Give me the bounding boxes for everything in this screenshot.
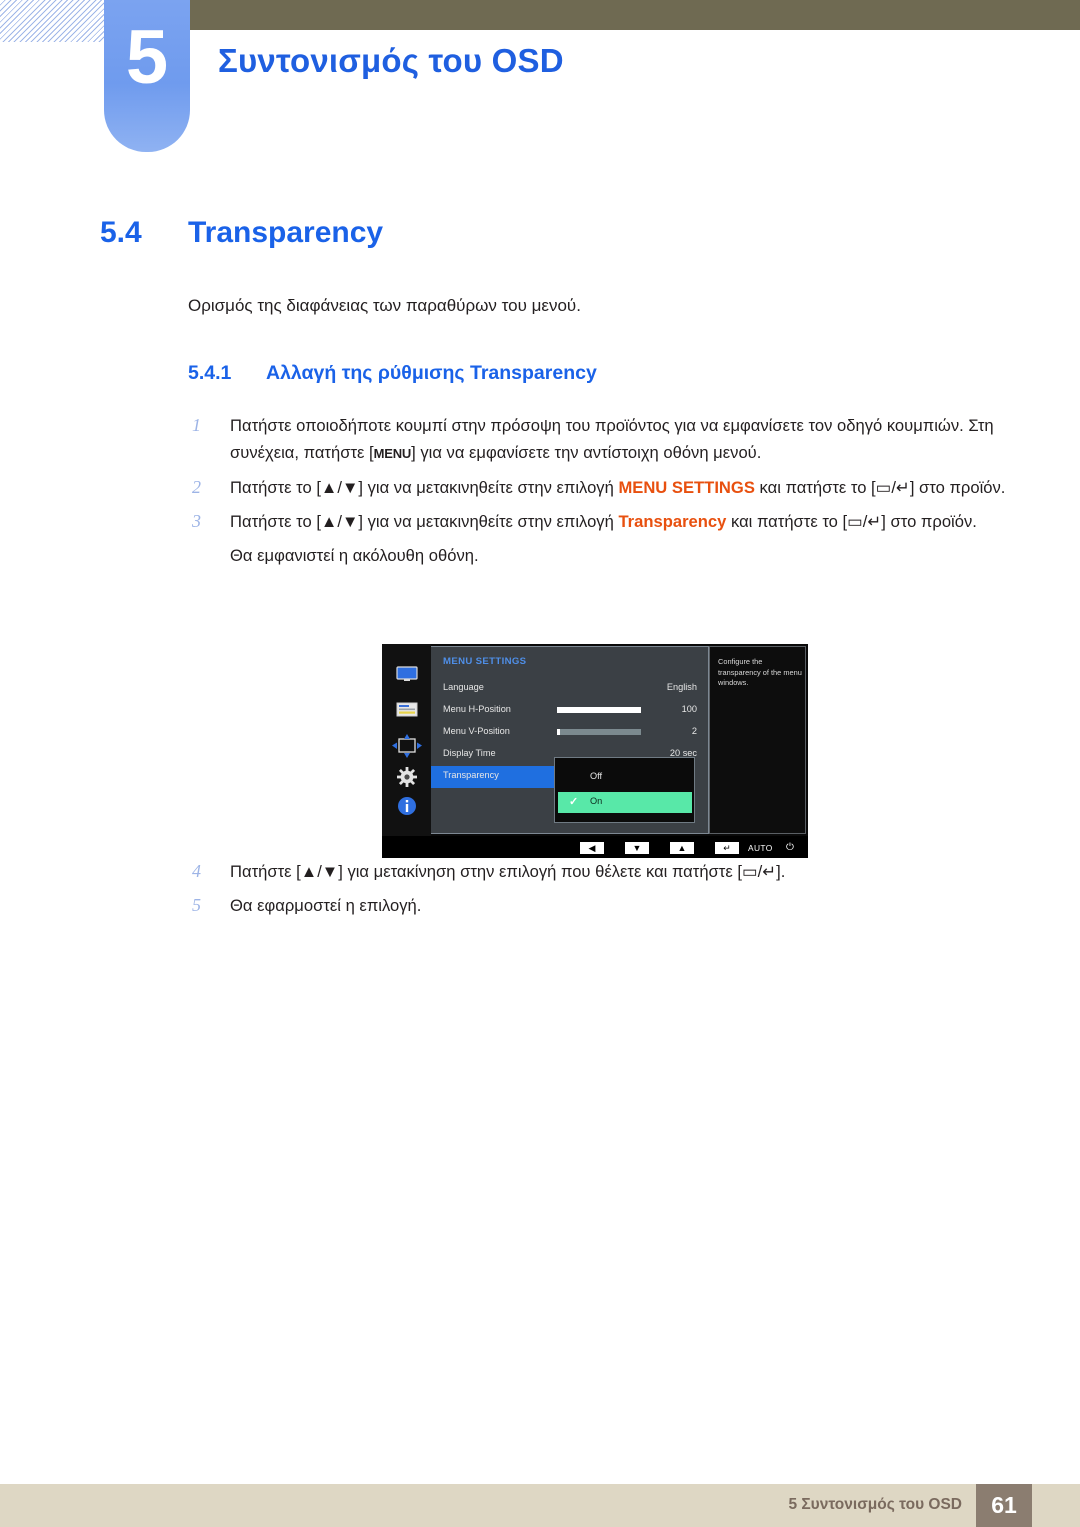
osd-dropdown-option-label: Off xyxy=(590,771,603,781)
subsection-title: Αλλαγή της ρύθμισης Transparency xyxy=(266,362,597,384)
osd-row-label: Display Time xyxy=(443,748,496,758)
osd-row-label: Menu V-Position xyxy=(443,726,510,736)
step-item: 1 Πατήστε οποιοδήποτε κουμπί στην πρόσοψ… xyxy=(188,412,1018,467)
step-item: 2 Πατήστε το [▲/▼] για να μετακινηθείτε … xyxy=(188,474,1018,501)
step-text: Πατήστε [▲/▼] για μετακίνηση στην επιλογ… xyxy=(230,862,786,881)
header-olive-bar xyxy=(190,0,1080,30)
step-text-a: Πατήστε το [▲/▼] για να μετακινηθείτε στ… xyxy=(230,512,619,531)
osd-row-label: Transparency xyxy=(443,770,499,780)
osd-row-menu-v-position[interactable]: Menu V-Position 2 xyxy=(431,722,707,744)
step-text-b: ] για να εμφανίσετε την αντίστοιχη οθόνη… xyxy=(411,443,762,462)
step-highlight-menu-settings: MENU SETTINGS xyxy=(618,478,755,497)
step-item: 4 Πατήστε [▲/▼] για μετακίνηση στην επιλ… xyxy=(188,858,1018,885)
step-index: 2 xyxy=(192,477,201,497)
up-arrow-button[interactable]: ▲ xyxy=(670,842,694,854)
osd-screenshot-figure: MENU SETTINGS Language English Menu H-Po… xyxy=(382,644,808,858)
chapter-badge: 5 xyxy=(104,0,190,152)
step-note: Θα εμφανιστεί η ακόλουθη οθόνη. xyxy=(230,546,479,565)
enter-button[interactable]: ↵ xyxy=(715,842,739,854)
picture-icon[interactable] xyxy=(382,702,431,722)
step-text: Θα εφαρμοστεί η επιλογή. xyxy=(230,896,422,915)
subsection-number: 5.4.1 xyxy=(188,362,232,384)
osd-slider-v-position[interactable] xyxy=(557,729,641,735)
osd-dropdown-option-label: On xyxy=(590,796,603,806)
power-icon[interactable]: ⏻ xyxy=(786,842,794,854)
osd-menu-title: MENU SETTINGS xyxy=(443,656,527,667)
page-header: 5 Συντονισμός του OSD xyxy=(0,0,1080,165)
osd-help-text: Configure the transparency of the menu w… xyxy=(718,657,802,687)
auto-button-label[interactable]: AUTO xyxy=(748,842,773,854)
step-index: 5 xyxy=(192,895,201,915)
instruction-steps-late: 4 Πατήστε [▲/▼] για μετακίνηση στην επιλ… xyxy=(188,858,1018,926)
osd-row-label: Menu H-Position xyxy=(443,704,511,714)
step-item: 3 Πατήστε το [▲/▼] για να μετακινηθείτε … xyxy=(188,508,1018,535)
check-icon: ✓ xyxy=(569,796,579,808)
page-footer: 5 Συντονισμός του OSD 61 xyxy=(0,1484,1080,1527)
section-number: 5.4 xyxy=(100,216,142,249)
osd-row-transparency[interactable]: Transparency xyxy=(431,766,566,788)
monitor-icon[interactable] xyxy=(382,666,431,687)
osd-dropdown-option-off[interactable]: Off xyxy=(558,767,692,788)
section-title: Transparency xyxy=(188,216,384,249)
footer-chapter-label: 5 Συντονισμός του OSD xyxy=(788,1496,962,1513)
step-text-a: Πατήστε το [▲/▼] για να μετακινηθείτε στ… xyxy=(230,478,619,497)
down-arrow-button[interactable]: ▼ xyxy=(625,842,649,854)
chapter-title: Συντονισμός του OSD xyxy=(218,42,564,79)
info-icon[interactable] xyxy=(382,796,431,821)
chapter-number: 5 xyxy=(125,15,169,100)
step-kbd-menu: MENU xyxy=(373,446,412,461)
step-item: 5 Θα εφαρμοστεί η επιλογή. xyxy=(188,892,1018,919)
left-arrow-button[interactable]: ◀ xyxy=(580,842,604,854)
step-index: 3 xyxy=(192,511,201,531)
step-text-b: και πατήστε το [▭/↵] στο προϊόν. xyxy=(726,512,977,531)
osd-dropdown-option-on[interactable]: ✓ On xyxy=(558,792,692,813)
section-heading: 5.4 Transparency xyxy=(100,216,1000,250)
subsection-heading: 5.4.1 Αλλαγή της ρύθμισης Transparency xyxy=(188,362,597,385)
osd-row-menu-h-position[interactable]: Menu H-Position 100 xyxy=(431,700,707,722)
osd-sidebar xyxy=(382,644,431,836)
footer-page-number: 61 xyxy=(976,1484,1032,1527)
gear-icon[interactable] xyxy=(382,767,431,792)
step-highlight-transparency: Transparency xyxy=(618,512,727,531)
osd-transparency-dropdown: Off ✓ On xyxy=(554,757,695,823)
osd-help-panel: Configure the transparency of the menu w… xyxy=(709,646,806,834)
osd-row-value: English xyxy=(666,682,697,692)
hatch-decoration xyxy=(0,0,104,42)
osd-button-bar: ◀ ▼ ▲ ↵ AUTO ⏻ xyxy=(382,838,808,858)
osd-row-value: 2 xyxy=(691,726,697,736)
instruction-steps: 1 Πατήστε οποιοδήποτε κουμπί στην πρόσοψ… xyxy=(188,412,1018,577)
osd-slider-h-position[interactable] xyxy=(557,707,641,713)
step-index: 1 xyxy=(192,415,201,435)
section-intro: Ορισμός της διαφάνειας των παραθύρων του… xyxy=(188,296,581,315)
osd-row-value: 100 xyxy=(681,704,697,714)
osd-body: MENU SETTINGS Language English Menu H-Po… xyxy=(382,644,808,836)
step-text-b: και πατήστε το [▭/↵] στο προϊόν. xyxy=(754,478,1006,497)
position-arrows-icon[interactable] xyxy=(382,734,431,763)
osd-slider-thumb xyxy=(557,729,560,735)
osd-row-label: Language xyxy=(443,682,484,692)
osd-row-language[interactable]: Language English xyxy=(431,678,707,700)
step-index: 4 xyxy=(192,861,201,881)
